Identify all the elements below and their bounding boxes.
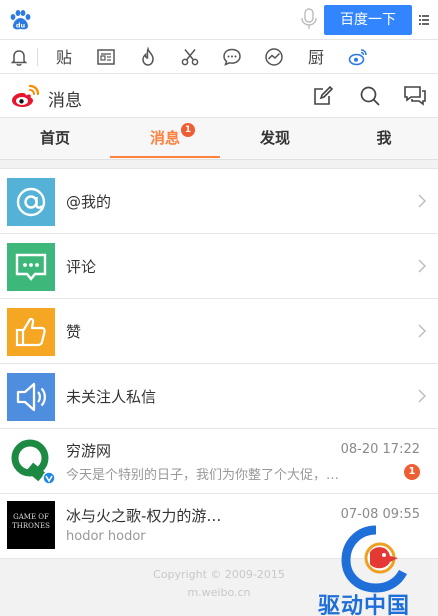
search-input[interactable] (40, 5, 322, 35)
chat-icon[interactable] (403, 84, 427, 108)
baidu-logo-icon[interactable]: du (8, 8, 32, 32)
message-time: 08-20 17:22 (340, 442, 420, 457)
list-item-mentions[interactable]: @我的 (0, 169, 438, 234)
chevron-right-icon (418, 389, 426, 403)
chevron-right-icon (418, 194, 426, 208)
tab-messages[interactable]: 消息 (110, 118, 220, 160)
list-item-likes[interactable]: 赞 (0, 299, 438, 364)
bell-icon[interactable] (8, 46, 30, 68)
tab-me[interactable]: 我 (330, 118, 438, 160)
chevron-right-icon (418, 324, 426, 338)
list-item-label: @我的 (66, 193, 112, 211)
scissors-icon[interactable] (179, 46, 201, 68)
compose-icon[interactable] (311, 84, 335, 108)
tab-discover[interactable]: 发现 (220, 118, 330, 160)
tieba-icon[interactable]: 贴 (53, 46, 75, 68)
chat-bubble-icon[interactable] (221, 46, 243, 68)
tab-home[interactable]: 首页 (0, 118, 110, 160)
page-title: 消息 (48, 91, 82, 111)
search-button[interactable]: 百度一下 (324, 5, 412, 35)
list-item-stranger-messages[interactable]: 未关注人私信 (0, 364, 438, 429)
microphone-icon[interactable] (300, 8, 318, 30)
message-time: 07-08 09:55 (340, 507, 420, 522)
list-item-label: 赞 (66, 323, 82, 341)
svg-text:du: du (16, 22, 26, 30)
sender-name: 冰与火之歌-权力的游… (66, 507, 222, 525)
weibo-toolbar-icon[interactable] (347, 46, 369, 68)
trend-chart-icon[interactable] (263, 46, 285, 68)
svg-text:厨: 厨 (308, 48, 324, 67)
avatar-logo-text: GAME OF THRONES (12, 513, 50, 530)
avatar[interactable]: GAME OF THRONES (7, 501, 55, 549)
speaker-icon (7, 373, 55, 421)
app-window: du 百度一下 贴 厨 消息 首页 消息 1 发现 我 @我的 评论 赞 未关注… (0, 0, 438, 616)
kitchen-icon[interactable]: 厨 (305, 46, 327, 68)
app-header: 消息 (0, 74, 438, 118)
list-item-label: 未关注人私信 (66, 388, 157, 406)
toolbar-divider (37, 48, 38, 66)
list-item-comments[interactable]: 评论 (0, 234, 438, 299)
menu-icon[interactable] (419, 14, 429, 26)
avatar[interactable] (7, 436, 55, 484)
list-item-label: 评论 (66, 258, 97, 276)
browser-search-bar: du 百度一下 (0, 0, 438, 40)
message-category-list: @我的 评论 赞 未关注人私信 穷游网 08-20 17:22 今天是个特别的日… (0, 168, 438, 559)
news-icon[interactable] (95, 46, 117, 68)
chevron-right-icon (418, 259, 426, 273)
unread-badge: 1 (404, 464, 420, 480)
thumbs-up-icon (7, 308, 55, 356)
flame-icon[interactable] (137, 46, 159, 68)
search-icon[interactable] (358, 84, 382, 108)
tab-bar: 首页 消息 1 发现 我 (0, 118, 438, 160)
weibo-logo-icon[interactable] (10, 83, 40, 109)
browser-toolbar: 贴 厨 (0, 40, 438, 74)
tab-messages-badge: 1 (181, 123, 195, 137)
message-row[interactable]: 穷游网 08-20 17:22 今天是个特别的日子，我们为你整了个大促，… 1 (0, 429, 438, 494)
sender-name: 穷游网 (66, 442, 112, 460)
message-preview: 今天是个特别的日子，我们为你整了个大促，… (66, 468, 340, 483)
watermark-text: 驱动中国 (318, 594, 411, 616)
tab-active-indicator (110, 156, 220, 158)
comment-icon (7, 243, 55, 291)
svg-text:贴: 贴 (56, 48, 72, 67)
at-icon (7, 178, 55, 226)
